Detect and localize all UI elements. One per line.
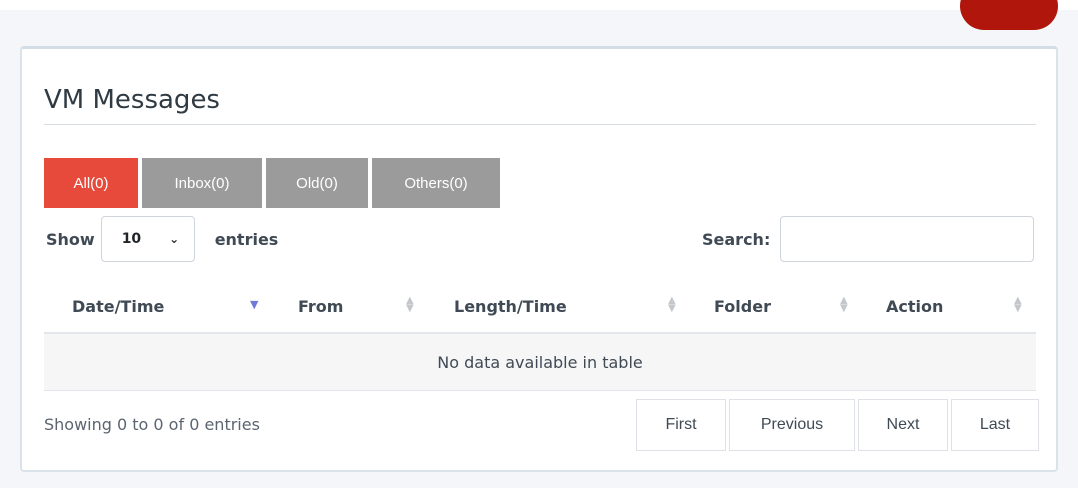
tab-old[interactable]: Old(0) — [266, 158, 368, 208]
column-header-from[interactable]: From — [298, 278, 343, 334]
sort-icon[interactable]: ▲ ▼ — [1014, 296, 1022, 314]
chevron-down-icon: ⌄ — [169, 232, 180, 246]
sort-icon[interactable]: ▲ ▼ — [840, 296, 848, 314]
tab-inbox[interactable]: Inbox(0) — [142, 158, 262, 208]
vm-messages-card: VM Messages All(0) Inbox(0) Old(0) Other… — [20, 46, 1058, 472]
folder-tabs: All(0) Inbox(0) Old(0) Others(0) — [44, 158, 500, 208]
empty-table-row: No data available in table — [44, 334, 1036, 391]
column-header-action[interactable]: Action — [886, 278, 943, 334]
search-input[interactable] — [780, 216, 1034, 262]
sort-icon[interactable]: ▲ ▼ — [406, 296, 414, 314]
tab-others[interactable]: Others(0) — [372, 158, 500, 208]
sort-descending-icon[interactable]: ▼ — [250, 299, 258, 310]
pagination: First Previous Next Last — [636, 399, 1042, 451]
previous-page-button[interactable]: Previous — [729, 399, 855, 451]
column-header-date-time[interactable]: Date/Time — [72, 278, 164, 334]
search-label: Search: — [702, 230, 771, 249]
first-page-button[interactable]: First — [636, 399, 726, 451]
next-page-button[interactable]: Next — [858, 399, 948, 451]
table-header: Date/Time ▼ From ▲ ▼ Length/Time ▲ ▼ Folde… — [44, 278, 1036, 334]
page-length-control: Show 10 ⌄ entries — [46, 216, 278, 262]
entries-label: entries — [214, 229, 279, 249]
show-label: Show — [46, 229, 95, 249]
title-divider — [44, 124, 1036, 125]
last-page-button[interactable]: Last — [951, 399, 1039, 451]
page-title: VM Messages — [44, 85, 220, 115]
sort-icon[interactable]: ▲ ▼ — [668, 296, 676, 314]
column-header-length-time[interactable]: Length/Time — [454, 278, 567, 334]
column-header-folder[interactable]: Folder — [714, 278, 771, 334]
table-info: Showing 0 to 0 of 0 entries — [44, 415, 260, 434]
page-length-value: 10 — [121, 231, 142, 247]
top-action-button[interactable] — [960, 0, 1058, 30]
tab-all[interactable]: All(0) — [44, 158, 138, 208]
page-length-select[interactable]: 10 ⌄ — [100, 216, 195, 262]
top-strip — [0, 0, 1078, 10]
